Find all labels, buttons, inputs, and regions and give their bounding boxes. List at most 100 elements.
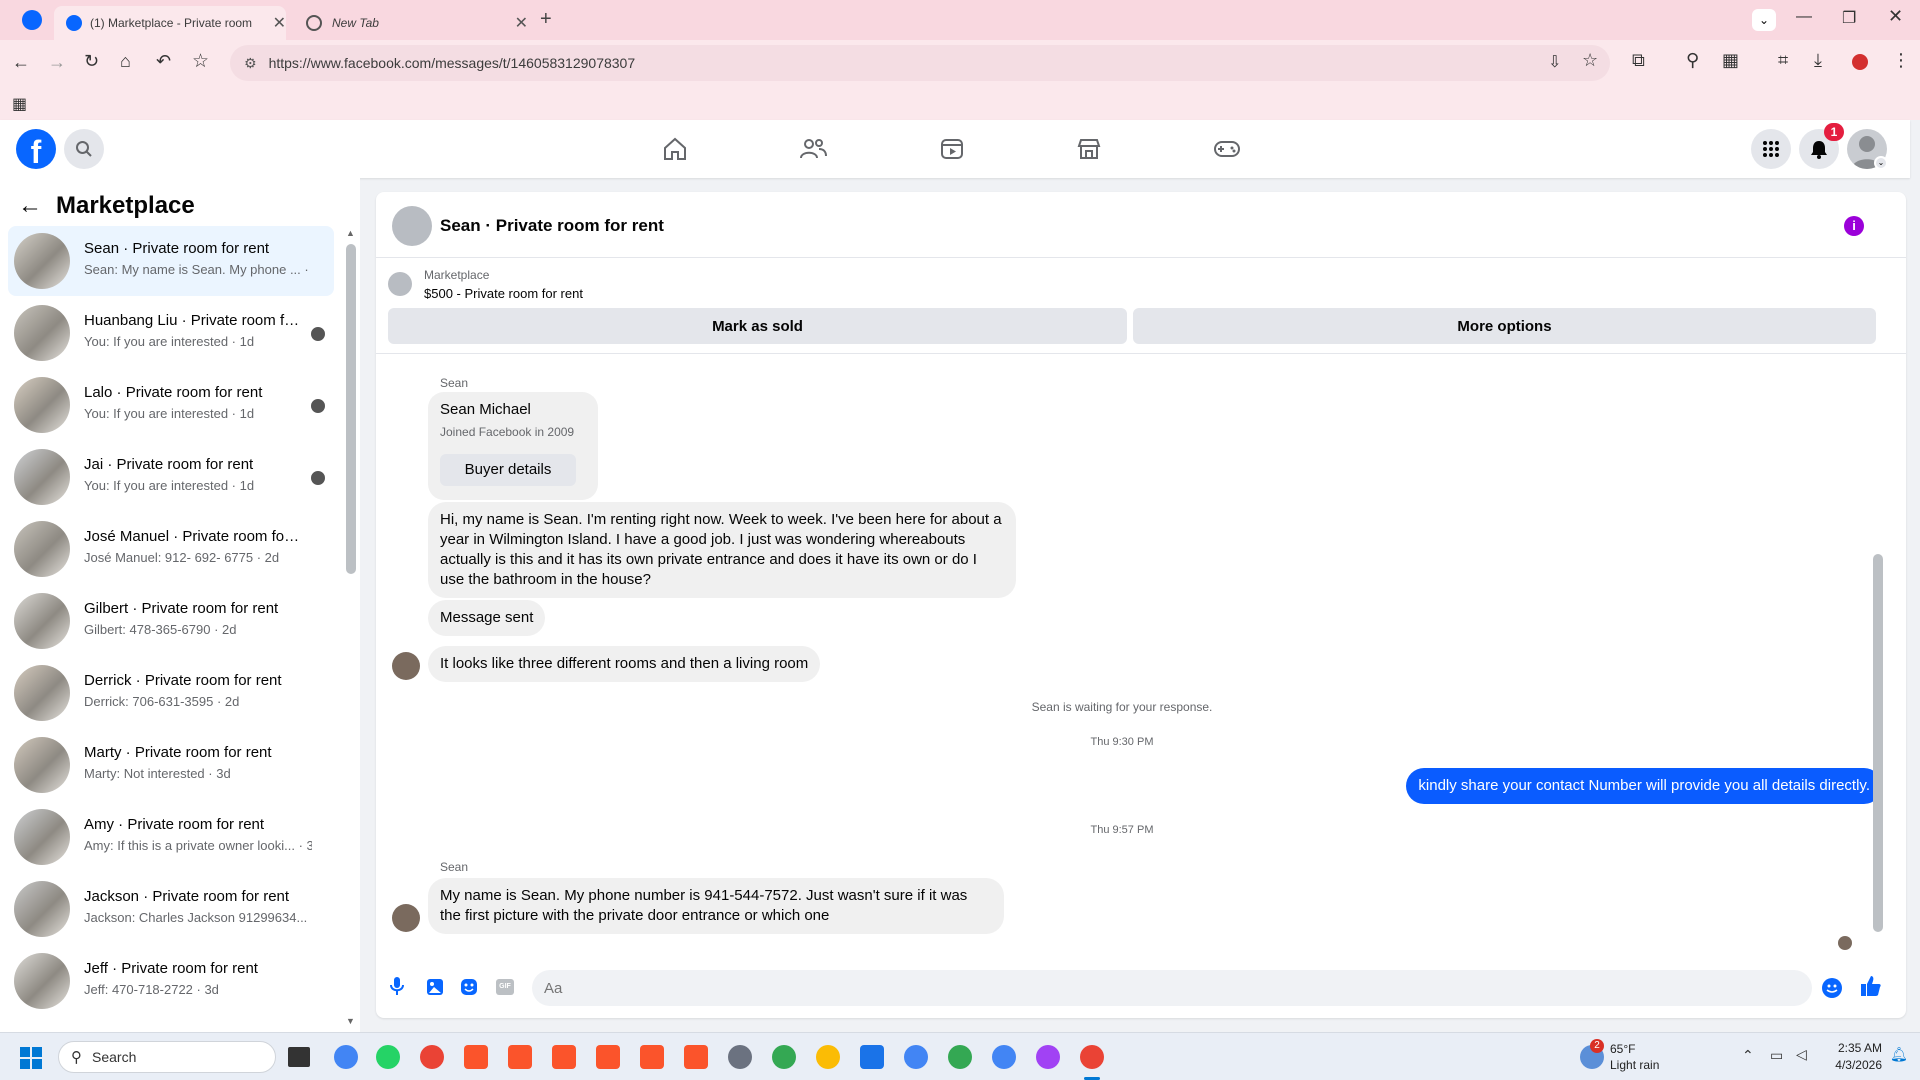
- sender-avatar[interactable]: [392, 652, 420, 680]
- message-bubble[interactable]: It looks like three different rooms and …: [428, 646, 821, 682]
- nav-home[interactable]: [658, 132, 692, 166]
- gif-icon[interactable]: GIF: [496, 979, 514, 995]
- chrome-profile-app-icon[interactable]: [772, 1045, 796, 1069]
- volume-icon[interactable]: ◁: [1796, 1046, 1807, 1063]
- mark-as-sold-button[interactable]: Mark as sold: [388, 308, 1127, 344]
- apps-grid-icon[interactable]: ▦: [12, 94, 27, 114]
- chrome-profile-app-icon[interactable]: [816, 1045, 840, 1069]
- sidebar-scrollbar-thumb[interactable]: [346, 244, 356, 574]
- tab-marketplace[interactable]: (1) Marketplace - Private room ✕: [54, 6, 286, 40]
- download-icon[interactable]: ⤓: [1814, 50, 1822, 71]
- chevron-down-icon[interactable]: ⌄: [1874, 156, 1888, 170]
- zoom-icon[interactable]: ⚲: [1686, 50, 1699, 71]
- brave-app-icon[interactable]: [640, 1045, 664, 1069]
- conversation-item[interactable]: Marty · Private room for rent Marty: Not …: [8, 730, 334, 800]
- crop-icon[interactable]: ⌗: [1778, 50, 1788, 71]
- facebook-tab-icon[interactable]: [22, 10, 42, 30]
- settings-gear-icon[interactable]: [728, 1045, 752, 1069]
- nav-gaming[interactable]: [1210, 132, 1244, 166]
- chat-scrollbar-thumb[interactable]: [1873, 554, 1883, 932]
- search-button[interactable]: [64, 129, 104, 169]
- emoji-icon[interactable]: [1822, 978, 1842, 998]
- message-bubble[interactable]: Hi, my name is Sean. I'm renting right n…: [428, 502, 1016, 598]
- notification-bell-icon[interactable]: 🔔︎: [1890, 1046, 1908, 1063]
- address-bar[interactable]: ⚙ https://www.facebook.com/messages/t/14…: [230, 45, 1610, 81]
- conversation-item[interactable]: José Manuel · Private room for rent José …: [8, 514, 334, 584]
- buyer-details-button[interactable]: Buyer details: [440, 454, 576, 486]
- conversation-item[interactable]: Gilbert · Private room for rent Gilbert: …: [8, 586, 334, 656]
- chevron-up-icon[interactable]: ⌃: [1742, 1047, 1754, 1064]
- qr-code-icon[interactable]: ▦: [1722, 50, 1739, 71]
- clock-date[interactable]: 4/3/2026: [1810, 1058, 1882, 1072]
- install-app-icon[interactable]: ⇩: [1548, 52, 1561, 72]
- conversation-item[interactable]: Amy · Private room for rent Amy: If this …: [8, 802, 334, 872]
- chrome-active-app-icon[interactable]: [1080, 1045, 1104, 1069]
- undo-icon[interactable]: ↶: [156, 51, 171, 72]
- conversation-item[interactable]: Jackson · Private room for rent Jackson: …: [8, 874, 334, 944]
- microphone-icon[interactable]: [390, 976, 404, 996]
- notepad-app-icon[interactable]: [860, 1045, 884, 1069]
- bookmark-page-icon[interactable]: ☆: [1582, 50, 1598, 71]
- weather-desc[interactable]: Light rain: [1610, 1058, 1659, 1072]
- sticker-icon[interactable]: [460, 978, 478, 996]
- new-tab-button[interactable]: +: [540, 8, 552, 31]
- whatsapp-app-icon[interactable]: [376, 1045, 400, 1069]
- brave-app-icon[interactable]: [684, 1045, 708, 1069]
- bookmark-star-icon[interactable]: ☆: [192, 50, 209, 73]
- scroll-up-arrow-icon[interactable]: ▲: [346, 228, 355, 238]
- message-bubble[interactable]: My name is Sean. My phone number is 941-…: [428, 878, 1004, 934]
- chrome-profile-app-icon[interactable]: [948, 1045, 972, 1069]
- my-message-bubble[interactable]: kindly share your contact Number will pr…: [1406, 768, 1882, 804]
- minimize-button[interactable]: —: [1796, 8, 1812, 26]
- tab-new-tab[interactable]: New Tab ✕: [296, 6, 528, 40]
- extensions-icon[interactable]: ⧉: [1632, 50, 1645, 71]
- close-icon[interactable]: ✕: [515, 13, 528, 33]
- listing-thumbnail[interactable]: [388, 272, 412, 296]
- info-icon[interactable]: i: [1844, 216, 1864, 236]
- nav-marketplace[interactable]: [1072, 132, 1106, 166]
- photo-icon[interactable]: [426, 978, 444, 996]
- more-options-button[interactable]: More options: [1133, 308, 1876, 344]
- back-arrow-icon[interactable]: ←: [18, 192, 42, 220]
- close-window-button[interactable]: ✕: [1888, 6, 1903, 27]
- chrome-profile-app-icon[interactable]: [904, 1045, 928, 1069]
- conversation-item[interactable]: Sean · Private room for rent Sean: My nam…: [8, 226, 334, 296]
- reload-icon[interactable]: ↻: [84, 51, 99, 72]
- message-bubble[interactable]: Message sent: [428, 600, 546, 636]
- conversation-item[interactable]: Jeff · Private room for rent Jeff: 470-71…: [8, 946, 334, 1016]
- forward-arrow-icon[interactable]: →: [48, 52, 66, 73]
- listing-avatar[interactable]: [392, 206, 432, 246]
- facebook-logo-icon[interactable]: f: [16, 129, 56, 170]
- nav-friends[interactable]: [796, 132, 830, 166]
- chrome-app-icon[interactable]: [334, 1045, 358, 1069]
- site-settings-icon[interactable]: ⚙: [244, 55, 257, 72]
- brave-app-icon[interactable]: [464, 1045, 488, 1069]
- weather-temp[interactable]: 65°F: [1610, 1042, 1635, 1056]
- back-arrow-icon[interactable]: ←: [12, 52, 30, 73]
- chrome-profile-app-icon[interactable]: [992, 1045, 1016, 1069]
- taskbar-search[interactable]: ⚲ Search: [58, 1041, 276, 1073]
- nav-video[interactable]: [935, 132, 969, 166]
- home-icon[interactable]: ⌂: [120, 51, 131, 72]
- chrome-profile-app-icon[interactable]: [1036, 1045, 1060, 1069]
- url-text[interactable]: https://www.facebook.com/messages/t/1460…: [269, 55, 636, 71]
- windows-start-icon[interactable]: [20, 1047, 42, 1069]
- menu-button[interactable]: [1751, 129, 1791, 169]
- task-view-icon[interactable]: [288, 1047, 310, 1067]
- conversation-item[interactable]: Lalo · Private room for rent You: If you …: [8, 370, 334, 440]
- brave-app-icon[interactable]: [596, 1045, 620, 1069]
- profile-icon[interactable]: [1852, 54, 1868, 70]
- chat-title[interactable]: Sean · Private room for rent: [440, 216, 664, 236]
- sender-avatar[interactable]: [392, 904, 420, 932]
- message-input[interactable]: [532, 970, 1812, 1006]
- thumbs-up-icon[interactable]: [1860, 975, 1882, 997]
- brave-app-icon[interactable]: [552, 1045, 576, 1069]
- menu-dots-icon[interactable]: ⋮: [1892, 50, 1910, 71]
- brave-app-icon[interactable]: [508, 1045, 532, 1069]
- scroll-down-arrow-icon[interactable]: ▼: [346, 1016, 355, 1026]
- restore-button[interactable]: ❐: [1842, 8, 1856, 28]
- chrome-profile-app-icon[interactable]: [420, 1045, 444, 1069]
- clock-time[interactable]: 2:35 AM: [1810, 1041, 1882, 1055]
- conversation-item[interactable]: Derrick · Private room for rent Derrick: …: [8, 658, 334, 728]
- conversation-item[interactable]: Huanbang Liu · Private room for rent You:…: [8, 298, 334, 368]
